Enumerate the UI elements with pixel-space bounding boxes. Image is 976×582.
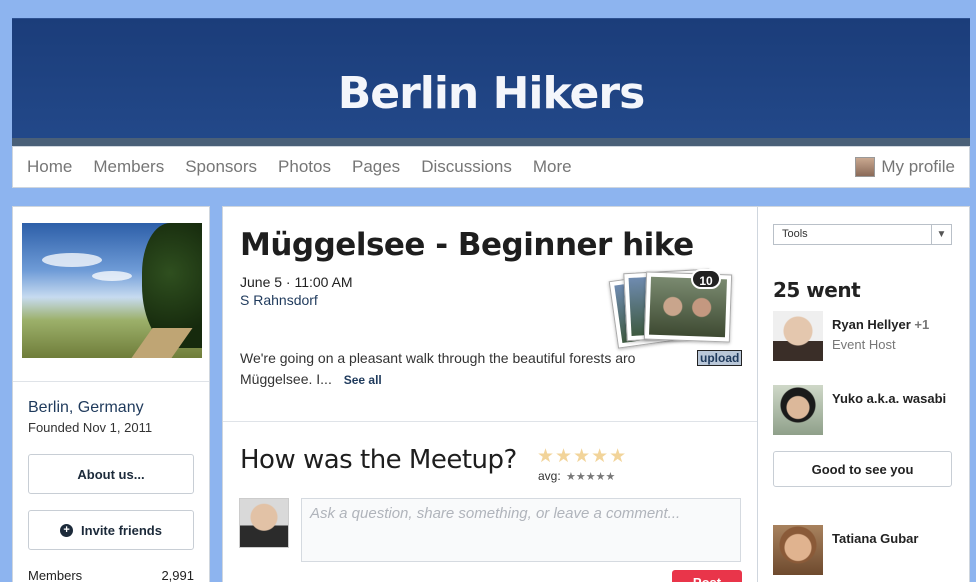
attendee-name: Yuko a.k.a. wasabi bbox=[832, 391, 947, 406]
description-text: We're going on a pleasant walk through t… bbox=[240, 350, 636, 366]
photo-count-badge: 10 bbox=[691, 269, 721, 289]
cloud-shape bbox=[92, 271, 132, 281]
group-city[interactable]: Berlin, Germany bbox=[28, 399, 144, 417]
nav-sponsors[interactable]: Sponsors bbox=[185, 157, 257, 177]
event-photos[interactable]: 10 bbox=[608, 265, 741, 351]
guest-count: +1 bbox=[914, 317, 930, 332]
divider bbox=[223, 421, 757, 422]
nav-discussions[interactable]: Discussions bbox=[421, 157, 512, 177]
comment-input[interactable]: Ask a question, share something, or leav… bbox=[301, 498, 741, 562]
invite-friends-label: Invite friends bbox=[81, 522, 162, 538]
attendee-name-row: Ryan Hellyer +1 bbox=[832, 317, 929, 332]
invite-friends-button[interactable]: + Invite friends bbox=[28, 510, 194, 550]
event-description: We're going on a pleasant walk through t… bbox=[240, 348, 710, 391]
group-sidebar: Berlin, Germany Founded Nov 1, 2011 Abou… bbox=[12, 206, 210, 582]
profile-avatar bbox=[855, 157, 876, 177]
my-profile-label: My profile bbox=[881, 157, 955, 176]
attendee-avatar bbox=[773, 525, 823, 575]
description-text-cont: Müggelsee. I... bbox=[240, 371, 332, 387]
group-founded: Founded Nov 1, 2011 bbox=[28, 420, 153, 435]
feedback-heading: How was the Meetup? bbox=[240, 445, 517, 475]
about-us-label: About us... bbox=[77, 466, 145, 482]
my-profile-link[interactable]: My profile bbox=[855, 157, 955, 177]
went-count: 25 went bbox=[773, 278, 861, 302]
avg-stars-icon: ★★★★★ bbox=[566, 471, 616, 483]
divider bbox=[13, 381, 209, 382]
group-title[interactable]: Berlin Hikers bbox=[12, 68, 970, 119]
tools-label: Tools bbox=[782, 228, 808, 240]
avg-label: avg: bbox=[538, 469, 561, 483]
user-avatar bbox=[239, 498, 289, 548]
nav-home[interactable]: Home bbox=[27, 157, 72, 177]
rating-stars[interactable]: ★★★★★ bbox=[537, 445, 627, 468]
event-title: Müggelsee - Beginner hike bbox=[240, 227, 694, 263]
banner-strip bbox=[12, 138, 970, 146]
nav-members[interactable]: Members bbox=[93, 157, 164, 177]
event-panel: Müggelsee - Beginner hike June 5 · 11:00… bbox=[222, 206, 758, 582]
good-to-see-you-button[interactable]: Good to see you bbox=[773, 451, 952, 487]
attendee-name: Tatiana Gubar bbox=[832, 531, 919, 546]
members-label: Members bbox=[28, 568, 83, 582]
nav-photos[interactable]: Photos bbox=[278, 157, 331, 177]
attendee-avatar bbox=[773, 311, 823, 361]
group-banner: Berlin Hikers bbox=[12, 18, 970, 146]
nav-pages[interactable]: Pages bbox=[352, 157, 400, 177]
members-stat[interactable]: Members 2,991 bbox=[28, 568, 194, 582]
good-to-see-you-label: Good to see you bbox=[811, 461, 914, 477]
upload-button[interactable]: upload bbox=[697, 350, 743, 366]
group-nav: Home Members Sponsors Photos Pages Discu… bbox=[12, 146, 970, 188]
event-datetime: June 5 · 11:00 AM bbox=[240, 274, 353, 290]
rsvp-panel: Tools ▼ 25 went Ryan Hellyer +1 Event Ho… bbox=[758, 206, 970, 582]
cloud-shape bbox=[42, 253, 102, 267]
members-count: 2,991 bbox=[161, 568, 194, 582]
attendee-name: Ryan Hellyer bbox=[832, 317, 911, 332]
avg-rating: avg: ★★★★★ bbox=[538, 469, 615, 483]
post-button[interactable]: Post bbox=[672, 570, 742, 582]
plus-icon: + bbox=[60, 523, 74, 537]
about-us-button[interactable]: About us... bbox=[28, 454, 194, 494]
chevron-down-icon: ▼ bbox=[931, 225, 951, 244]
event-location[interactable]: S Rahnsdorf bbox=[240, 292, 318, 308]
group-photo[interactable] bbox=[22, 223, 202, 358]
see-all-link[interactable]: See all bbox=[344, 373, 382, 387]
tools-select[interactable]: Tools ▼ bbox=[773, 224, 952, 245]
nav-more[interactable]: More bbox=[533, 157, 572, 177]
attendee-role: Event Host bbox=[832, 337, 896, 352]
attendee-avatar bbox=[773, 385, 823, 435]
